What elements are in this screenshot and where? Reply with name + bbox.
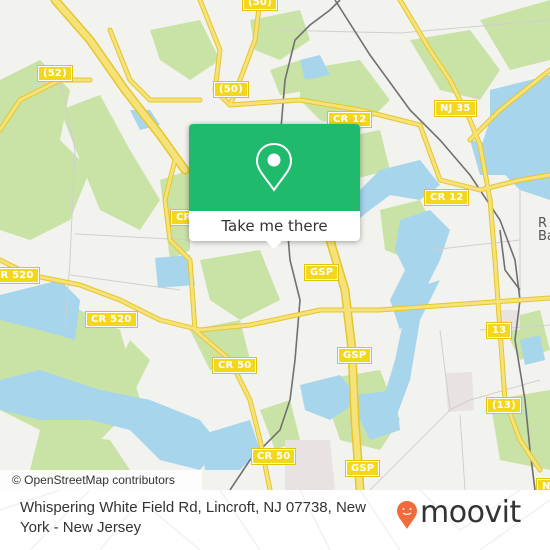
road-shield: CR 12 [423,189,470,206]
road-shield: CR 50 [211,357,258,374]
road-shield: 13 [485,322,513,339]
road-shield: (13) [486,397,522,414]
road-shield: NJ 35 [434,100,477,117]
map-canvas[interactable]: (50) (52) (50) CR 12 NJ 35 CR 12 CR CR 5… [0,0,550,490]
place-label: Ba [538,229,550,244]
road-shield: N [536,478,550,490]
road-shield: (50) [242,0,278,11]
map-attribution[interactable]: © OpenStreetMap contributors [0,470,202,490]
road-shield: CR 520 [0,267,40,284]
road-shield: CR 50 [250,448,297,465]
road-shield: (52) [37,65,73,82]
map-pin-icon [255,142,293,192]
moovit-wordmark: moovit [420,495,521,530]
popup-pointer [266,241,282,249]
popup-header [189,124,360,211]
address-text: Whispering White Field Rd, Lincroft, NJ … [20,499,366,536]
road-shield: CR 520 [85,311,138,328]
road-shield: GSP [336,347,373,364]
road-shield: GSP [344,460,381,477]
footer: Whispering White Field Rd, Lincroft, NJ … [0,490,550,550]
take-me-there-button[interactable]: Take me there [189,211,360,241]
road-shield: GSP [303,264,340,281]
location-popup: Take me there [189,124,360,249]
road-shield: (50) [213,81,249,98]
moovit-pin-face-icon [397,501,417,529]
